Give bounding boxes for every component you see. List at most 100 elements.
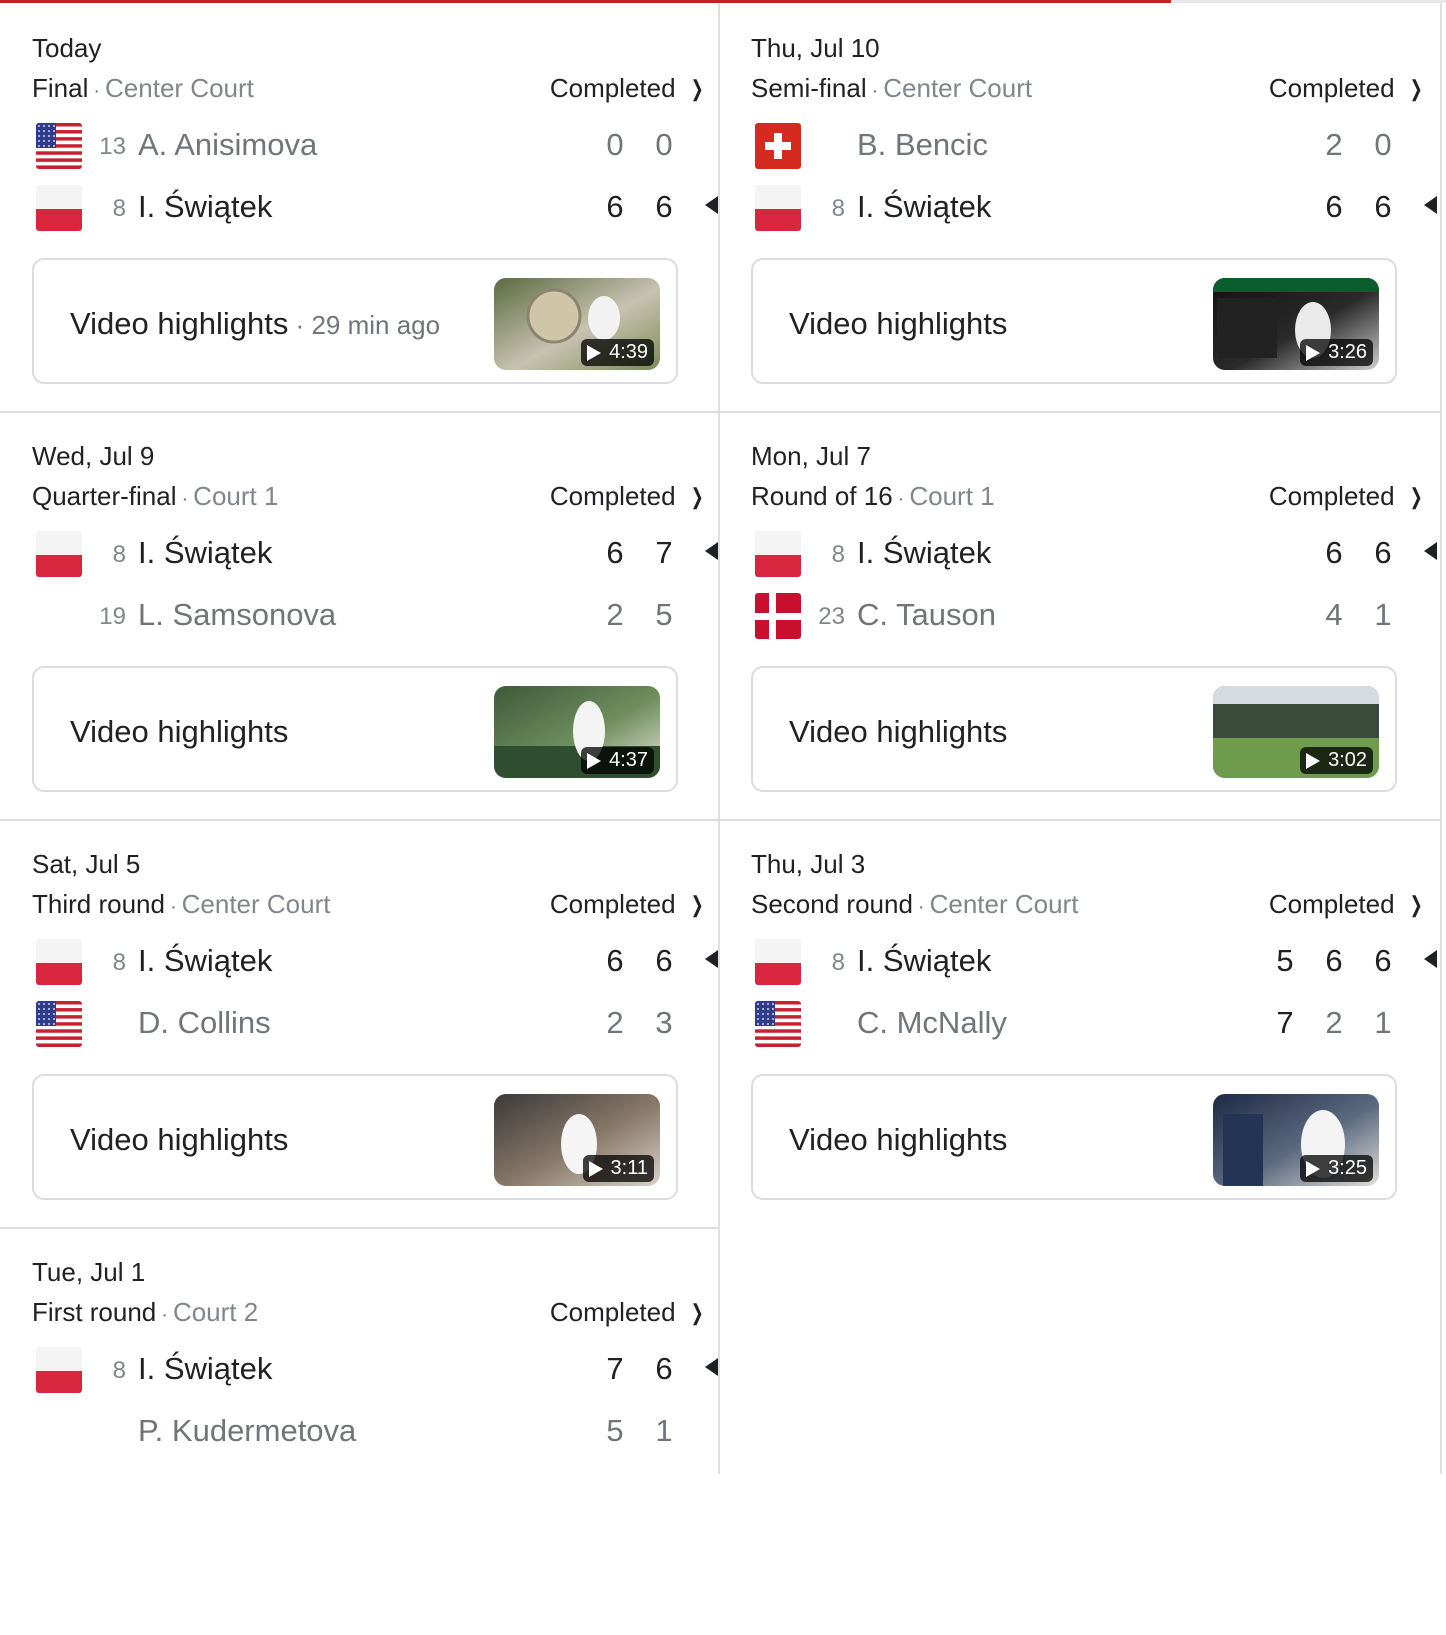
play-icon [588,1160,603,1177]
match-card[interactable]: Wed, Jul 9 Quarter-final · Court 1 Completed… [0,411,718,819]
set-score: 6 [1325,189,1343,224]
match-status-link[interactable]: Completed ❯ [1269,889,1425,920]
round-name: Quarter-final [32,481,177,511]
match-status-link[interactable]: Completed ❯ [550,481,706,512]
player-row: 8 I. Świątek 7 6 [0,1345,718,1395]
player-seed: 8 [112,195,126,222]
player-row: 8 I. Świątek 6 6 [0,937,718,987]
court-name: Center Court [105,73,254,103]
match-card[interactable]: Today Final · Center Court Completed ❯ 13 A. An… [0,3,718,411]
video-thumbnail[interactable]: 3:11 [494,1094,660,1186]
chevron-right-icon: ❯ [1409,891,1423,917]
match-status-link[interactable]: Completed ❯ [550,889,706,920]
round-name: First round [32,1297,157,1327]
match-card[interactable]: Sat, Jul 5 Third round · Center Court Comple… [0,819,718,1227]
player-row: 13 A. Anisimova 0 0 [0,121,718,171]
video-duration-badge: 3:25 [1300,1155,1373,1182]
player-seed: 19 [99,603,126,630]
video-highlights-card[interactable]: Video highlights · 29 min ago 4:39 [32,258,678,384]
player-seed: 8 [831,541,845,568]
player-name: A. Anisimova [138,127,318,162]
video-thumbnail[interactable]: 4:37 [494,686,660,778]
video-duration-badge: 4:39 [581,339,654,366]
video-thumbnail[interactable]: 3:02 [1213,686,1379,778]
set-score: 0 [606,127,624,162]
status-label: Completed [1268,73,1395,103]
match-round-info: Third round · Center Court [32,889,330,920]
video-highlights-card[interactable]: Video highlights 3:11 [32,1074,678,1200]
match-round-info: Final · Center Court [32,73,254,104]
set-score: 7 [1276,1005,1294,1040]
video-highlights-card[interactable]: Video highlights 3:02 [751,666,1397,792]
play-icon [1306,1160,1321,1177]
set-score: 1 [1374,1005,1392,1040]
player-name: I. Świątek [138,535,273,570]
match-round-info: First round · Court 2 [32,1297,258,1328]
match-status-link[interactable]: Completed ❯ [1269,73,1425,104]
match-results-grid: Today Final · Center Court Completed ❯ 13 A. An… [0,3,1446,1474]
match-card[interactable]: Tue, Jul 1 First round · Court 2 Completed ❯ 8… [0,1227,718,1635]
match-round-info: Semi-final · Center Court [751,73,1032,104]
match-status-link[interactable]: Completed ❯ [550,1297,706,1328]
set-score: 5 [655,597,673,632]
set-score: 0 [1374,127,1392,162]
status-label: Completed [549,889,676,919]
match-status-link[interactable]: Completed ❯ [1269,481,1425,512]
poland-flag-icon [755,531,801,577]
player-name: C. McNally [857,1005,1007,1040]
player-row: 8 I. Świątek 6 6 [0,183,718,233]
right-edge-divider [1440,3,1442,1474]
usa-flag-icon [755,1001,801,1047]
player-name: C. Tauson [857,597,997,632]
video-highlights-label: Video highlights [789,714,1008,749]
video-highlights-card[interactable]: Video highlights 3:26 [751,258,1397,384]
player-row: 8 I. Świątek 6 7 [0,529,718,579]
video-thumbnail[interactable]: 3:26 [1213,278,1379,370]
set-score: 6 [1374,943,1392,978]
status-label: Completed [549,1297,676,1327]
player-row: P. Kudermetova 5 1 [0,1407,718,1457]
set-score: 4 [1325,597,1343,632]
match-status-link[interactable]: Completed ❯ [550,73,706,104]
poland-flag-icon [36,185,82,231]
set-score: 6 [606,535,624,570]
match-card[interactable]: Thu, Jul 10 Semi-final · Center Court Comple… [719,3,1437,411]
winner-arrow-icon [705,950,718,968]
match-card[interactable]: Thu, Jul 3 Second round · Center Court Compl… [719,819,1437,1227]
player-name: I. Świątek [857,943,992,978]
video-highlights-card[interactable]: Video highlights 4:37 [32,666,678,792]
separator-dot: · [181,488,189,510]
set-score: 3 [655,1005,673,1040]
separator-dot: · [917,896,925,918]
player-seed: 8 [831,195,845,222]
video-thumbnail[interactable]: 3:25 [1213,1094,1379,1186]
match-date: Wed, Jul 9 [32,441,155,471]
winner-arrow-icon [705,196,718,214]
set-score: 7 [655,535,673,570]
video-thumbnail[interactable]: 4:39 [494,278,660,370]
winner-arrow-icon [1424,542,1437,560]
match-card[interactable]: Mon, Jul 7 Round of 16 · Court 1 Completed ❯ 8… [719,411,1437,819]
set-score: 1 [1374,597,1392,632]
poland-flag-icon [36,1347,82,1393]
court-name: Center Court [929,889,1079,919]
player-name: P. Kudermetova [138,1413,357,1448]
set-score: 5 [1276,943,1294,978]
switzerland-flag-icon [755,123,801,169]
video-highlights-label: Video highlights [789,1122,1008,1157]
player-name: I. Świątek [138,943,273,978]
player-seed: 8 [831,949,845,976]
player-seed: 23 [818,603,845,630]
player-seed: 8 [112,949,126,976]
play-icon [1306,752,1321,769]
set-score: 6 [1374,535,1392,570]
player-name: L. Samsonova [138,597,337,632]
video-highlights-card[interactable]: Video highlights 3:25 [751,1074,1397,1200]
video-highlights-label: Video highlights [789,306,1008,341]
separator-dot: · [871,80,879,102]
separator-dot: · [169,896,177,918]
player-row: 8 I. Świątek 6 6 [719,529,1437,579]
set-score: 2 [1325,127,1343,162]
set-score: 5 [606,1413,624,1448]
set-score: 6 [1374,189,1392,224]
